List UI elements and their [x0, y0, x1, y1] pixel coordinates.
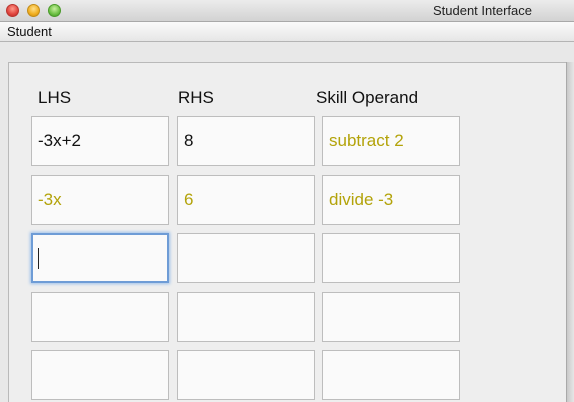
zoom-window-button[interactable]	[48, 4, 61, 17]
skill-operand-cell-row-4[interactable]	[322, 292, 460, 342]
lhs-cell-row-2[interactable]: -3x	[31, 175, 169, 225]
close-window-button[interactable]	[6, 4, 19, 17]
lhs-cell-row-5[interactable]	[31, 350, 169, 400]
lhs-cell-row-3[interactable]	[31, 233, 169, 283]
text-caret	[38, 248, 39, 269]
column-header-rhs: RHS	[178, 88, 214, 107]
rhs-cell-row-5[interactable]	[177, 350, 315, 400]
column-header-skill-operand: Skill Operand	[316, 88, 419, 107]
skill-operand-cell-row-3[interactable]	[322, 233, 460, 283]
rhs-cell-row-1[interactable]: 8	[177, 116, 315, 166]
window-title: Student Interface	[432, 3, 532, 18]
minimize-window-button[interactable]	[27, 4, 40, 17]
skill-operand-cell-row-2[interactable]: divide -3	[322, 175, 460, 225]
rhs-cell-row-3[interactable]	[177, 233, 315, 283]
skill-operand-cell-row-5[interactable]	[322, 350, 460, 400]
rhs-cell-row-4[interactable]	[177, 292, 315, 342]
lhs-cell-row-4[interactable]	[31, 292, 169, 342]
menu-bar: Student	[0, 22, 574, 42]
menu-student[interactable]: Student	[7, 24, 52, 39]
lhs-cell-row-1[interactable]: -3x+2	[31, 116, 169, 166]
skill-operand-cell-row-1[interactable]: subtract 2	[322, 116, 460, 166]
rhs-cell-row-2[interactable]: 6	[177, 175, 315, 225]
column-header-lhs: LHS	[38, 88, 72, 107]
vertical-scrollbar[interactable]	[566, 62, 574, 402]
title-bar: Student Interface	[0, 0, 574, 22]
